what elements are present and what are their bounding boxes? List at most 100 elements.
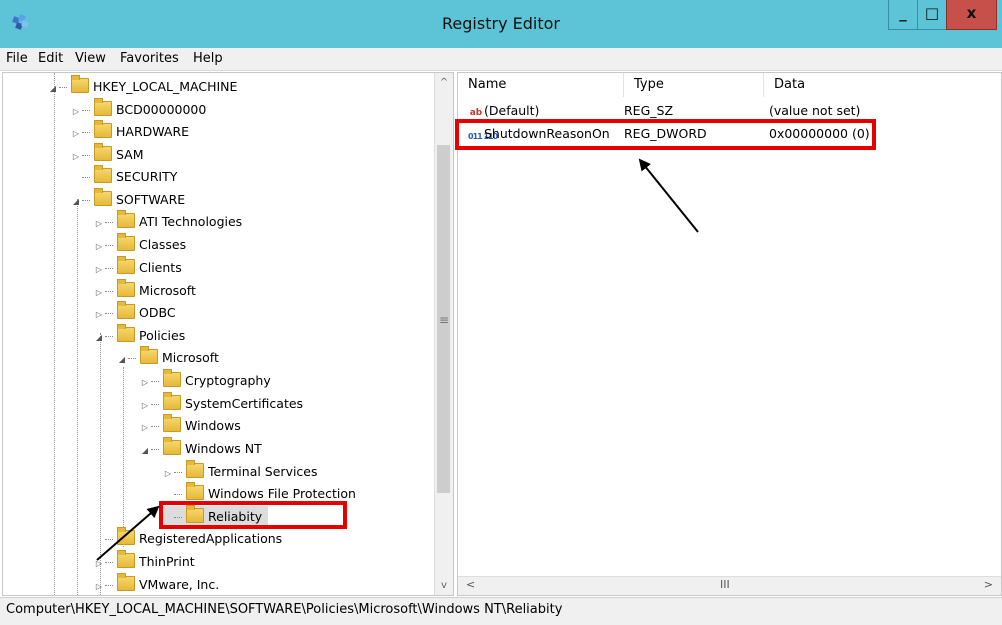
status-bar: Computer\HKEY_LOCAL_MACHINE\SOFTWARE\Pol…	[0, 597, 1002, 625]
values-pane[interactable]: Name Type Data ab (Default) REG_SZ (value…	[457, 72, 1002, 596]
collapse-arrow-icon[interactable]: ◢	[116, 349, 128, 371]
expand-arrow-icon[interactable]: ▷	[139, 417, 151, 439]
expand-arrow-icon[interactable]: ▷	[139, 372, 151, 394]
folder-icon	[117, 210, 135, 228]
tree-item-terminal-services[interactable]: ▷ Terminal Services	[162, 460, 318, 485]
scroll-left-icon[interactable]: <	[466, 578, 475, 591]
maximize-button[interactable]: □	[917, 0, 947, 30]
expand-arrow-icon[interactable]: ▷	[93, 304, 105, 326]
tree-item-sam[interactable]: ▷ SAM	[70, 143, 144, 168]
tree-item-label: SECURITY	[116, 169, 178, 184]
folder-icon	[140, 346, 158, 364]
tree-item-ati-technologies[interactable]: ▷ ATI Technologies	[93, 210, 243, 235]
tree-item-label: Windows File Protection	[208, 486, 356, 501]
tree-item-policies-microsoft[interactable]: ◢ Microsoft	[116, 346, 219, 371]
tree-item-label: SOFTWARE	[116, 192, 186, 207]
tree-item-label: Policies	[139, 328, 186, 343]
tree-item-systemcertificates[interactable]: ▷ SystemCertificates	[139, 392, 304, 417]
scroll-thumb-grip-icon[interactable]: III	[720, 578, 730, 591]
expand-arrow-icon[interactable]: ▷	[162, 463, 174, 485]
tree-item-microsoft[interactable]: ▷ Microsoft	[93, 279, 196, 304]
tree-item-label: SystemCertificates	[185, 396, 304, 411]
tree-item-classes[interactable]: ▷ Classes	[93, 233, 186, 258]
tree-item-label: BCD00000000	[116, 102, 207, 117]
tree-item-registeredapplications[interactable]: RegisteredApplications	[93, 527, 283, 550]
tree-item-label: VMware, Inc.	[139, 577, 220, 592]
expand-arrow-icon[interactable]: ▷	[93, 553, 105, 575]
folder-icon	[117, 301, 135, 319]
values-horizontal-scrollbar[interactable]: < III >	[458, 576, 1001, 595]
tree-guide-line	[77, 199, 78, 595]
minimize-button[interactable]: _	[888, 0, 918, 30]
value-name: (Default)	[484, 103, 540, 118]
tree-item-vmware[interactable]: ▷ VMware, Inc.	[93, 573, 220, 595]
tree-item-bcd00000000[interactable]: ▷ BCD00000000	[70, 98, 207, 123]
scroll-down-icon[interactable]: v	[435, 580, 453, 591]
tree-item-cryptography[interactable]: ▷ Cryptography	[139, 369, 271, 394]
tree-item-label: SAM	[116, 147, 144, 162]
tree-item-label: HKEY_LOCAL_MACHINE	[93, 79, 238, 94]
tree-item-label: Terminal Services	[208, 464, 318, 479]
tree-item-software[interactable]: ◢ SOFTWARE	[70, 188, 186, 213]
scroll-right-icon[interactable]: >	[984, 578, 993, 591]
tree-item-label: RegisteredApplications	[139, 531, 283, 546]
menu-file[interactable]: File	[6, 51, 28, 66]
tree-item-label: ODBC	[139, 305, 176, 320]
folder-icon	[94, 165, 112, 183]
tree-item-policies[interactable]: ◢ Policies	[93, 324, 186, 349]
tree-item-label: Cryptography	[185, 373, 271, 388]
expand-arrow-icon[interactable]: ▷	[70, 101, 82, 123]
tree-item-label: Windows NT	[185, 441, 262, 456]
collapse-arrow-icon[interactable]: ◢	[93, 327, 105, 349]
expand-arrow-icon[interactable]: ▷	[93, 259, 105, 281]
tree-item-odbc[interactable]: ▷ ODBC	[93, 301, 176, 326]
tree-item-label: ATI Technologies	[139, 214, 243, 229]
status-path: Computer\HKEY_LOCAL_MACHINE\SOFTWARE\Pol…	[6, 602, 563, 617]
folder-icon	[163, 414, 181, 432]
tree-item-windows-nt[interactable]: ◢ Windows NT	[139, 437, 262, 462]
folder-icon	[94, 120, 112, 138]
expand-arrow-icon[interactable]: ▷	[93, 576, 105, 595]
collapse-arrow-icon[interactable]: ◢	[139, 440, 151, 462]
tree-vertical-scrollbar[interactable]: ^ ≡ v	[434, 73, 453, 595]
tree-item-label: Microsoft	[162, 350, 219, 365]
collapse-arrow-icon[interactable]: ◢	[70, 191, 82, 213]
column-header-data[interactable]: Data	[764, 73, 1001, 97]
grip-icon: ≡	[438, 313, 450, 327]
tree-item-thinprint[interactable]: ▷ ThinPrint	[93, 550, 195, 575]
tree-item-hkey-local-machine[interactable]: ◢ HKEY_LOCAL_MACHINE	[47, 75, 238, 100]
folder-icon	[117, 527, 135, 545]
column-header-name[interactable]: Name	[458, 73, 624, 97]
close-button[interactable]: x	[946, 0, 997, 30]
expand-arrow-icon[interactable]: ▷	[70, 146, 82, 168]
menu-help[interactable]: Help	[193, 51, 223, 66]
highlight-box-key	[159, 501, 347, 529]
expand-arrow-icon[interactable]: ▷	[70, 123, 82, 145]
tree-item-windows[interactable]: ▷ Windows	[139, 414, 241, 439]
maximize-icon: □	[924, 4, 940, 22]
folder-icon	[163, 369, 181, 387]
folder-icon	[94, 143, 112, 161]
tree-item-label: Microsoft	[139, 283, 196, 298]
menu-view[interactable]: View	[75, 51, 106, 66]
menu-favorites[interactable]: Favorites	[120, 51, 179, 66]
tree-item-security[interactable]: SECURITY	[70, 165, 178, 188]
menu-edit[interactable]: Edit	[38, 51, 63, 66]
expand-arrow-icon[interactable]: ▷	[93, 236, 105, 258]
tree-item-hardware[interactable]: ▷ HARDWARE	[70, 120, 189, 145]
scroll-up-icon[interactable]: ^	[435, 77, 453, 88]
title-bar: Registry Editor _ □ x	[0, 0, 1002, 48]
expand-arrow-icon[interactable]: ▷	[93, 213, 105, 235]
folder-icon	[186, 482, 204, 500]
column-header-type[interactable]: Type	[624, 73, 764, 97]
highlight-box-value	[455, 119, 876, 150]
folder-icon	[163, 392, 181, 410]
folder-icon	[94, 188, 112, 206]
folder-icon	[117, 573, 135, 591]
expand-arrow-icon[interactable]: ▷	[139, 395, 151, 417]
tree-item-clients[interactable]: ▷ Clients	[93, 256, 182, 281]
tree-item-label: Windows	[185, 418, 241, 433]
collapse-arrow-icon[interactable]: ◢	[47, 78, 59, 100]
folder-icon	[117, 233, 135, 251]
expand-arrow-icon[interactable]: ▷	[93, 282, 105, 304]
